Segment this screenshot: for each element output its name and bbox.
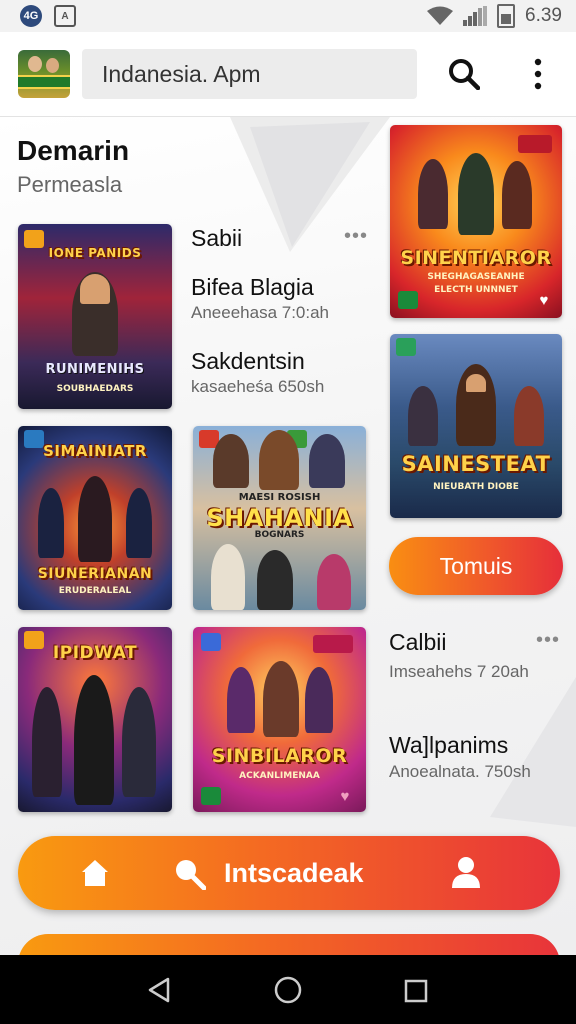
card-figure <box>317 554 351 610</box>
home-icon[interactable] <box>80 858 110 888</box>
card-caption: ELECTH UNNNET <box>434 285 518 295</box>
card-subtitle: SHEGHAGASEANHE <box>427 272 525 282</box>
status-time: 6.39 <box>525 5 562 26</box>
card-title: SAINESTEAT <box>401 452 551 476</box>
battery-icon <box>497 4 516 28</box>
wifi-icon <box>427 6 454 25</box>
game-card[interactable]: IONE PANIDS RUNIMENIHS SOUBHAEDARS <box>18 224 172 409</box>
card-badge-icon <box>396 338 416 356</box>
card-figure <box>213 434 249 488</box>
list-item-meta: Aneeehasa 7:0:ah <box>191 303 330 322</box>
system-navigation-bar <box>0 955 576 1024</box>
content-area: Demarin Permeasla IONE PANIDS RUNIMENIHS… <box>0 117 576 955</box>
card-figure <box>305 667 333 733</box>
card-figure <box>211 544 245 610</box>
card-figure <box>126 488 152 558</box>
list-item-meta: kasaeheśa 650sh <box>191 377 325 396</box>
section-heading: Demarin <box>17 135 130 166</box>
card-title: SINBILAROR <box>211 745 348 767</box>
card-caption: ERUDERALEAL <box>58 586 132 596</box>
list-item-meta: Imseahehs 7 20ah <box>389 662 529 681</box>
card-subtitle: MAESI ROSISH <box>238 492 321 503</box>
list-item-meta: Anoealnata. 750sh <box>389 762 531 781</box>
game-card[interactable]: SAINESTEAT NIEUBATH DIOBE <box>390 334 562 518</box>
card-figure <box>122 687 156 797</box>
card-badge-icon <box>313 635 353 653</box>
signal-icon <box>463 6 488 26</box>
card-figure <box>514 386 544 446</box>
card-title: SINENTIAROR <box>400 247 552 269</box>
tomuis-button[interactable]: Tomuis <box>389 537 563 595</box>
heart-icon[interactable]: ♥ <box>536 293 552 309</box>
circle-home-icon[interactable] <box>274 976 302 1004</box>
status-right: 6.39 <box>427 4 562 28</box>
app-bar: Indanesia. Apm <box>0 32 576 117</box>
card-title: IPIDWAT <box>52 643 138 663</box>
section-subheading: Permeasla <box>17 172 123 197</box>
card-badge-icon <box>398 291 418 309</box>
network-badge: 4G <box>20 5 42 27</box>
card-figure <box>408 386 438 446</box>
card-figure <box>502 161 532 229</box>
card-figure <box>418 159 448 229</box>
secondary-bar[interactable] <box>18 934 560 955</box>
card-badge-icon <box>201 787 221 805</box>
search-icon[interactable] <box>448 58 480 90</box>
card-figure <box>259 430 299 490</box>
game-card[interactable]: MAESI ROSISH SHAHANIA BOGNARS <box>193 426 366 610</box>
card-title: IONE PANIDS <box>48 246 142 260</box>
status-bar: 4G A 6.39 <box>0 0 576 32</box>
card-figure <box>309 434 345 488</box>
app-logo[interactable] <box>18 50 70 98</box>
card-caption: BOGNARS <box>254 530 305 540</box>
card-subtitle: RUNIMENIHS <box>45 362 145 377</box>
list-item-title[interactable]: Sabii <box>191 225 242 252</box>
card-subtitle: SIUNERIANAN <box>37 566 153 582</box>
card-figure <box>74 675 114 805</box>
more-options-icon[interactable]: ••• <box>344 225 368 248</box>
card-badge-icon <box>201 633 221 651</box>
back-icon[interactable] <box>147 977 171 1003</box>
card-figure <box>227 667 255 733</box>
overflow-menu-icon[interactable] <box>528 56 548 92</box>
heart-icon[interactable]: ♥ <box>337 789 353 805</box>
card-figure <box>80 274 110 304</box>
user-icon[interactable] <box>450 856 482 890</box>
card-subtitle: ACKANLIMENAA <box>239 771 320 781</box>
game-card[interactable]: IPIDWAT <box>18 627 172 812</box>
card-badge-icon <box>518 135 552 153</box>
card-subtitle: NIEUBATH DIOBE <box>433 482 519 492</box>
more-options-icon[interactable]: ••• <box>536 629 560 652</box>
list-item-title[interactable]: Sakdentsin <box>191 348 305 375</box>
card-title: SHAHANIA <box>206 504 353 532</box>
card-figure <box>32 687 62 797</box>
game-card[interactable]: SINENTIAROR SHEGHAGASEANHE ELECTH UNNNET… <box>390 125 562 318</box>
card-figure <box>263 661 299 737</box>
recents-icon[interactable] <box>404 979 428 1003</box>
card-figure <box>257 550 293 610</box>
nav-search-label[interactable]: Intscadeak <box>224 836 364 910</box>
search-input[interactable]: Indanesia. Apm <box>82 49 417 99</box>
card-figure <box>78 476 112 562</box>
card-figure <box>38 488 64 558</box>
list-item-title[interactable]: Bifea Blagia <box>191 274 314 301</box>
search-icon[interactable] <box>174 858 206 890</box>
card-figure <box>466 374 486 392</box>
game-card[interactable]: SIMAINIATR SIUNERIANAN ERUDERALEAL <box>18 426 172 610</box>
card-caption: SOUBHAEDARS <box>56 384 134 394</box>
card-title: SIMAINIATR <box>43 442 147 460</box>
app-square-icon: A <box>54 5 76 27</box>
bottom-nav-bar: Intscadeak <box>18 836 560 910</box>
card-figure <box>458 153 494 235</box>
list-item-title[interactable]: Calbii <box>389 629 447 656</box>
list-item-title[interactable]: Wa]lpanims <box>389 732 508 759</box>
status-left: 4G A <box>20 5 76 27</box>
game-card[interactable]: SINBILAROR ACKANLIMENAA ♥ <box>193 627 366 812</box>
